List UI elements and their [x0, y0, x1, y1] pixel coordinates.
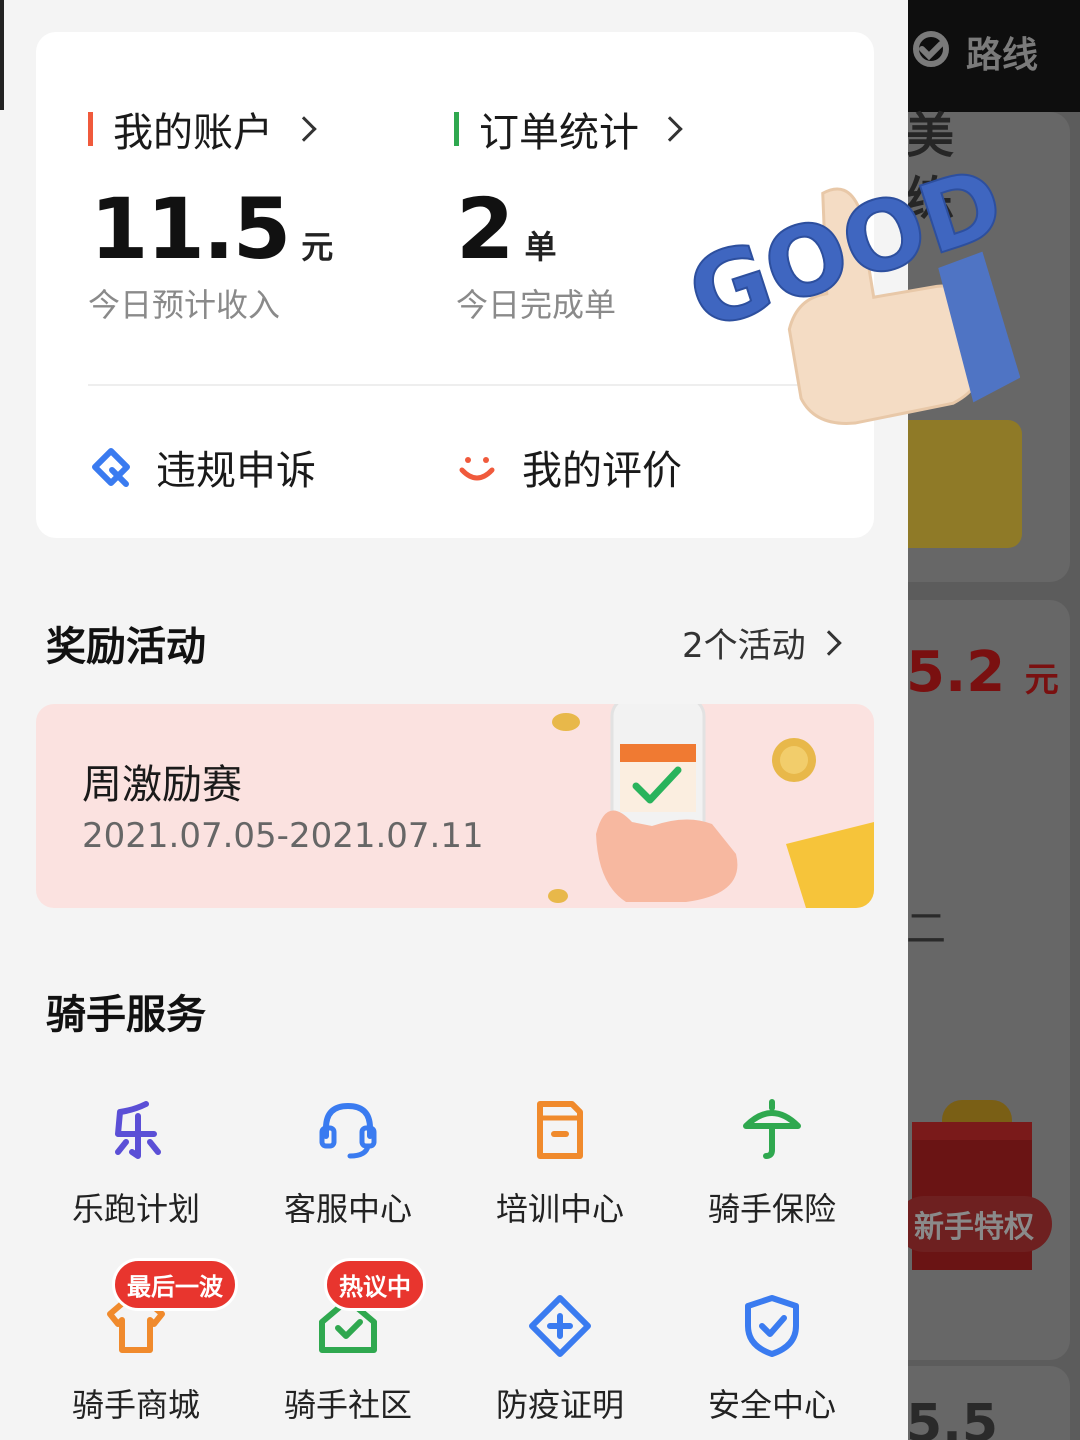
service-epidemic-certificate[interactable]: 防疫证明: [460, 1294, 660, 1440]
today-income: 11.5 元: [90, 180, 333, 278]
service-label: 培训中心: [495, 1190, 624, 1228]
background-amount: 5.5: [906, 1394, 999, 1440]
today-income-label: 今日预计收入: [88, 286, 281, 324]
service-safety-center[interactable]: 安全中心: [672, 1294, 872, 1440]
headset-icon: [319, 1102, 377, 1159]
account-accent-bar: [88, 112, 93, 146]
service-rider-community[interactable]: 热议中 骑手社区: [248, 1258, 448, 1440]
umbrella-icon: [743, 1099, 801, 1159]
drawer-edge: [0, 0, 4, 110]
route-label: 路线: [966, 35, 1039, 76]
service-label: 防疫证明: [495, 1386, 624, 1424]
rewards-count-label: 2个活动: [682, 626, 806, 666]
training-box-icon: [537, 1101, 583, 1159]
service-rider-mall[interactable]: 最后一波 骑手商城: [36, 1258, 238, 1440]
service-label: 骑手保险: [707, 1190, 836, 1228]
violation-appeal-button[interactable]: 违规申诉: [90, 438, 316, 496]
appeal-icon: [92, 448, 130, 487]
service-label: 骑手商城: [71, 1386, 200, 1424]
today-orders-label: 今日完成单: [456, 286, 617, 324]
today-orders-unit: 单: [524, 228, 557, 266]
smile-icon: [459, 457, 495, 481]
rider-services-title: 骑手服务: [46, 992, 206, 1038]
weekly-incentive-banner[interactable]: 周激励赛 2021.07.05-2021.07.11: [36, 704, 874, 908]
violation-appeal-label: 违规申诉: [156, 448, 316, 494]
hot-discussion-badge: 热议中: [324, 1258, 426, 1311]
shield-check-icon: [745, 1295, 799, 1357]
service-le-run-plan[interactable]: 乐跑计划: [36, 1098, 236, 1258]
background-amount-unit: 元: [1024, 660, 1059, 700]
orders-accent-bar: [454, 112, 459, 146]
service-label: 骑手社区: [283, 1386, 412, 1424]
background-amount: 5.2 元: [906, 640, 1059, 705]
chevron-right-icon: [291, 116, 317, 142]
my-rating-button[interactable]: 我的评价: [456, 438, 682, 496]
service-label: 客服中心: [283, 1190, 412, 1228]
reward-date-range: 2021.07.05-2021.07.11: [82, 816, 484, 856]
service-training-center[interactable]: 培训中心: [460, 1098, 660, 1258]
phone-hand-illustration: [548, 704, 874, 908]
reward-name: 周激励赛: [82, 762, 242, 808]
my-rating-label: 我的评价: [522, 448, 682, 494]
my-account-title: 我的账户: [113, 110, 273, 156]
medical-cross-icon: [529, 1295, 591, 1357]
service-rider-insurance[interactable]: 骑手保险: [672, 1098, 872, 1258]
background-text: 美: [906, 108, 955, 164]
rewards-section-title: 奖励活动: [46, 624, 206, 670]
route-icon: [913, 31, 949, 67]
order-stats-title: 订单统计: [479, 110, 639, 156]
chevron-right-icon: [657, 116, 683, 142]
le-icon: [115, 1101, 161, 1159]
today-orders: 2 单: [456, 180, 556, 278]
newbie-privilege-badge: 新手特权: [896, 1196, 1052, 1252]
rewards-more-link[interactable]: 2个活动: [682, 618, 842, 667]
my-account-link[interactable]: 我的账户: [88, 100, 317, 158]
background-amount-value: 5.2: [906, 640, 1006, 705]
order-stats-link[interactable]: 订单统计: [454, 100, 683, 158]
service-customer-center[interactable]: 客服中心: [248, 1098, 448, 1258]
service-label: 安全中心: [707, 1386, 836, 1424]
route-button[interactable]: 路线: [908, 26, 1038, 78]
chevron-right-icon: [815, 629, 842, 656]
service-label: 乐跑计划: [71, 1190, 200, 1228]
last-wave-badge: 最后一波: [112, 1258, 238, 1311]
today-income-unit: 元: [301, 228, 334, 266]
background-text: 二: [906, 906, 946, 952]
today-orders-value: 2: [456, 180, 514, 278]
thumbs-up-good-sticker: GOOD: [690, 170, 1020, 425]
today-income-value: 11.5: [90, 180, 291, 278]
